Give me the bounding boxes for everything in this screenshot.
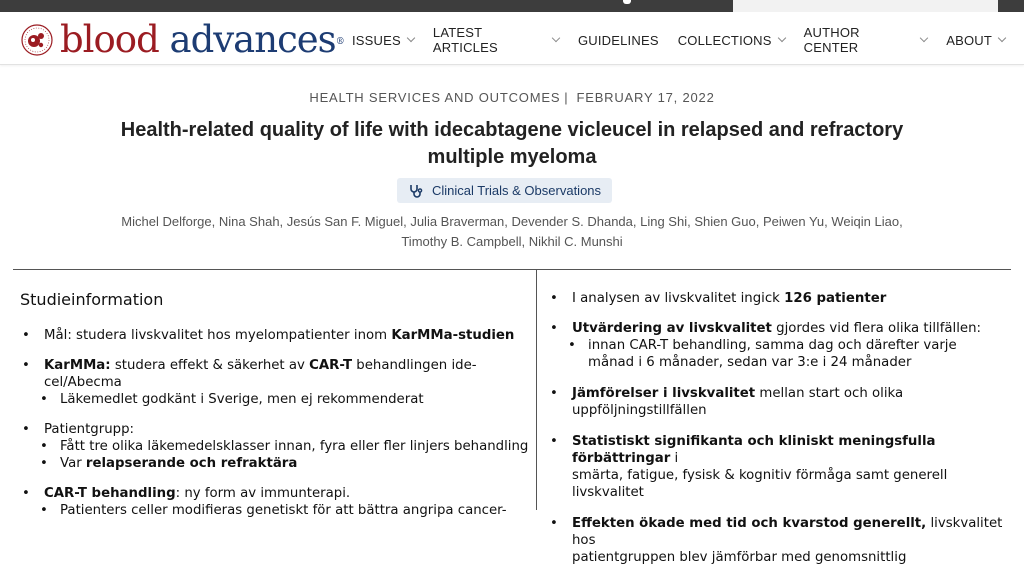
nav-latest-articles[interactable]: LATEST ARTICLES — [433, 25, 561, 55]
chevron-down-icon — [551, 33, 561, 43]
chevron-down-icon — [777, 33, 786, 43]
list-item: Effekten ökade med tid och kvarstod gene… — [548, 515, 1008, 566]
stethoscope-icon — [410, 184, 423, 198]
list-item: Patientgrupp: — [20, 421, 530, 438]
list-item: Var relapserande och refraktära — [20, 455, 530, 472]
authors-line[interactable]: Michel Delforge, Nina Shah, Jesús San F.… — [92, 212, 932, 232]
chevron-down-icon — [406, 33, 416, 43]
nav-collections[interactable]: COLLECTIONS — [678, 30, 786, 50]
authors-line[interactable]: Timothy B. Campbell, Nikhil C. Munshi — [92, 232, 932, 252]
list-item: innan CAR-T behandling, samma dag och dä… — [548, 337, 1008, 371]
article-meta: HEALTH SERVICES AND OUTCOMES | FEBRUARY 17… — [0, 90, 1024, 105]
logo-wordmark: blood advances® — [60, 18, 345, 61]
list-item: Mål: studera livskvalitet hos myelompati… — [20, 327, 530, 344]
cart-icon-fragment[interactable] — [623, 0, 631, 4]
author-list: Michel Delforge, Nina Shah, Jesús San F.… — [92, 212, 932, 252]
list-item: KarMMa: studera effekt & säkerhet av CAR… — [20, 357, 530, 391]
list-item: Fått tre olika läkemedelsklasser innan, … — [20, 438, 530, 455]
meta-separator: | — [564, 90, 569, 105]
nav-author-center[interactable]: AUTHOR CENTER — [804, 25, 929, 55]
study-info-column: Studieinformation Mål: studera livskvali… — [20, 290, 530, 519]
results-column: I analysen av livskvalitet ingick 126 pa… — [548, 290, 1008, 566]
article-date: FEBRUARY 17, 2022 — [576, 90, 715, 105]
logo-word-advances: advances — [169, 18, 337, 61]
list-item: Utvärdering av livskvalitet gjordes vid … — [548, 320, 1008, 337]
study-info-title: Studieinformation — [20, 290, 164, 309]
nav-guidelines[interactable]: GUIDELINES — [578, 30, 659, 50]
chevron-down-icon — [920, 33, 929, 43]
logo-word-blood: blood — [60, 18, 160, 61]
search-input[interactable] — [733, 0, 998, 12]
topic-badge[interactable]: Clinical Trials & Observations — [397, 178, 612, 203]
site-header: blood advances® ISSUES LATEST ARTICLES G… — [0, 12, 1024, 65]
nav-issues[interactable]: ISSUES — [352, 30, 416, 50]
list-item: Jämförelser i livskvalitet mellan start … — [548, 385, 1008, 419]
list-item: CAR-T behandling: ny form av immunterapi… — [20, 485, 530, 502]
main-nav: ISSUES LATEST ARTICLES GUIDELINES COLLEC… — [352, 25, 1024, 55]
list-item: Patienters celler modifieras genetiskt f… — [20, 502, 530, 519]
article-category[interactable]: HEALTH SERVICES AND OUTCOMES — [309, 90, 560, 105]
registered-mark: ® — [335, 37, 345, 47]
list-item: Statistiskt signifikanta och kliniskt me… — [548, 433, 1008, 501]
visual-abstract-divider — [536, 270, 537, 510]
top-utility-bar — [0, 0, 1024, 12]
list-item: I analysen av livskvalitet ingick 126 pa… — [548, 290, 1008, 307]
chevron-down-icon — [997, 33, 1007, 43]
article-title: Health-related quality of life with idec… — [120, 119, 904, 168]
site-logo[interactable]: blood advances® — [20, 18, 345, 61]
blood-cell-logo-icon — [20, 23, 54, 57]
topic-badge-label: Clinical Trials & Observations — [431, 183, 602, 198]
list-item: Läkemedlet godkänt i Sverige, men ej rek… — [20, 391, 530, 408]
nav-about[interactable]: ABOUT — [946, 30, 1007, 50]
